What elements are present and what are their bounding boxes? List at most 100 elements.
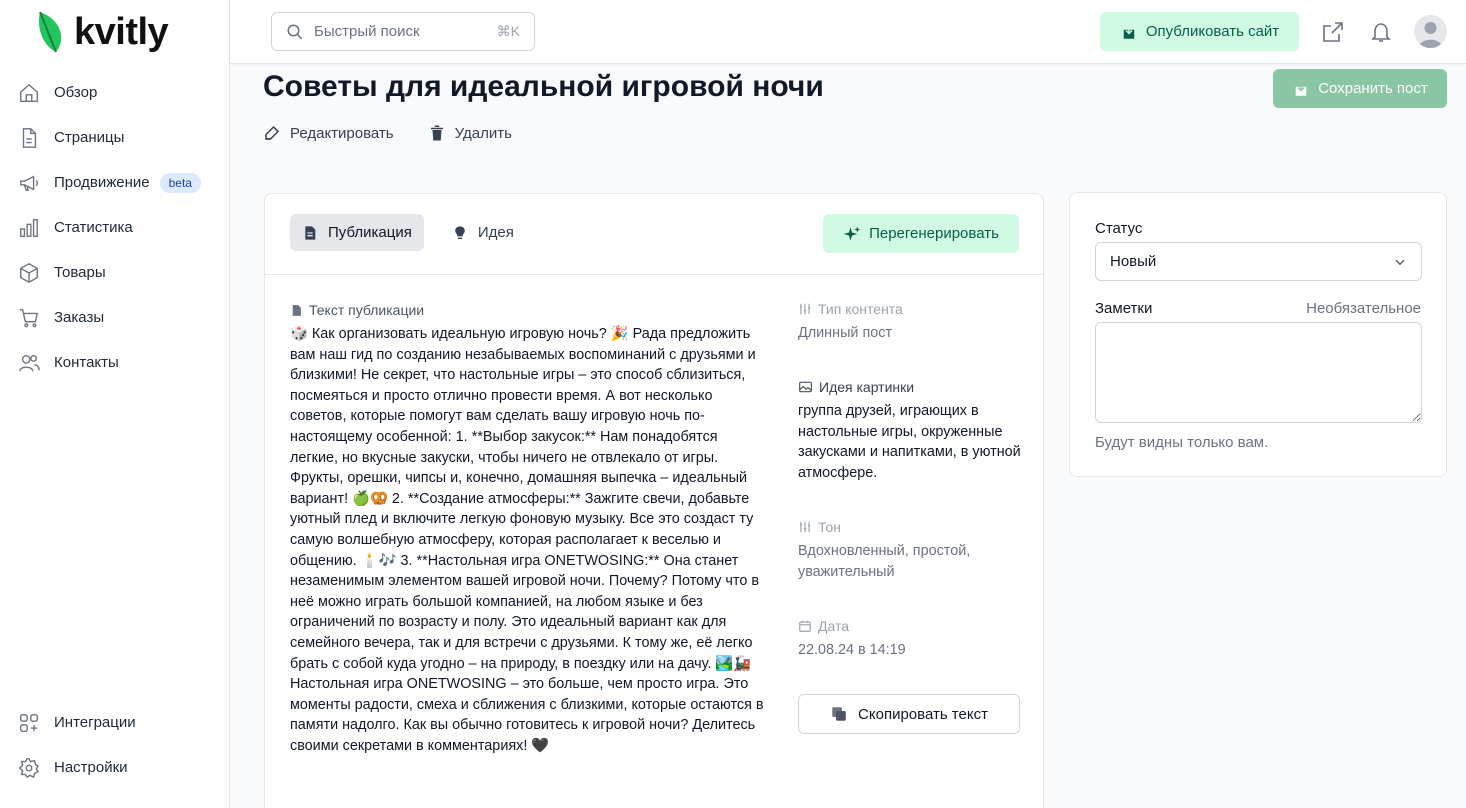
sidebar-item-label: Интеграции [54, 714, 136, 731]
sidebar-item-overview[interactable]: Обзор [0, 70, 230, 115]
cart-icon [19, 308, 39, 327]
tab-idea-label: Идея [477, 224, 514, 241]
sidebar-item-label: Заказы [54, 309, 105, 326]
sidebar-item-label: Контакты [54, 354, 119, 371]
regenerate-label: Перегенерировать [869, 225, 999, 242]
delete-label: Удалить [454, 124, 512, 142]
bar-chart-icon [20, 218, 38, 237]
copy-text-button[interactable]: Скопировать текст [798, 694, 1020, 734]
content-type-label-text: Тип контента [818, 301, 903, 317]
sidebar-item-label: Страницы [54, 129, 125, 146]
sidebar-bottom-nav: Интеграции Настройки [0, 700, 230, 790]
logo[interactable]: kvitly [36, 10, 169, 54]
publication-text: 🎲 Как организовать идеальную игровую ноч… [290, 326, 764, 754]
search-placeholder: Быстрый поиск [314, 23, 420, 40]
notes-field[interactable] [1095, 322, 1422, 423]
notes-optional: Необязательное [1306, 300, 1421, 317]
status-card: Статус Новый Заметки Необязательное Буду… [1069, 192, 1447, 477]
sidebar-item-promotion[interactable]: Продвижение beta [0, 160, 230, 205]
sidebar-item-settings[interactable]: Настройки [0, 745, 230, 790]
document-icon [22, 127, 37, 148]
publish-icon [1123, 24, 1135, 39]
sliders-icon [799, 303, 811, 315]
search-input[interactable]: Быстрый поиск ⌘K [271, 12, 535, 51]
search-icon [287, 24, 303, 39]
post-actions: Редактировать Удалить [263, 124, 512, 142]
date-value: 22.08.24 в 14:19 [798, 642, 906, 658]
tone-label: Тон [798, 519, 1023, 535]
sliders-icon [799, 521, 811, 533]
notes-label: Заметки [1095, 300, 1153, 317]
megaphone-icon [20, 174, 38, 191]
tab-publication[interactable]: Публикация [290, 214, 424, 251]
sidebar-item-label: Обзор [54, 84, 98, 101]
topbar: Быстрый поиск ⌘K Опубликовать сайт [230, 0, 1466, 64]
publish-site-label: Опубликовать сайт [1145, 23, 1280, 40]
status-label: Статус [1095, 220, 1143, 237]
sidebar-item-label: Статистика [54, 219, 133, 236]
gear-icon [18, 757, 40, 778]
tone: Тон Вдохновленный, простой, уважительный [798, 519, 1023, 582]
save-post-label: Сохранить пост [1318, 80, 1428, 97]
content-type-value: Длинный пост [798, 325, 893, 341]
users-icon [19, 354, 40, 371]
status-value: Новый [1110, 253, 1157, 270]
bell-icon[interactable] [1369, 20, 1393, 44]
avatar[interactable] [1414, 15, 1447, 48]
box-icon [20, 262, 38, 283]
image-idea-value: группа друзей, играющих в настольные игр… [798, 403, 1021, 481]
publish-site-button[interactable]: Опубликовать сайт [1100, 12, 1299, 51]
regenerate-button[interactable]: Перегенерировать [823, 214, 1019, 253]
sidebar: kvitly Обзор Страницы Продвижение beta С… [0, 0, 230, 808]
date-label-text: Дата [818, 618, 850, 634]
grid-plus-icon [20, 713, 38, 732]
publication-label-text: Текст публикации [309, 302, 425, 318]
date: Дата 22.08.24 в 14:19 [798, 618, 1023, 661]
date-label: Дата [798, 618, 1023, 634]
sidebar-item-orders[interactable]: Заказы [0, 295, 230, 340]
calendar-icon [799, 620, 811, 632]
search-shortcut: ⌘K [496, 23, 520, 39]
leaf-logo-icon [38, 11, 62, 53]
sidebar-item-contacts[interactable]: Контакты [0, 340, 230, 385]
status-select[interactable]: Новый [1095, 242, 1422, 281]
sidebar-nav: Обзор Страницы Продвижение beta Статисти… [0, 70, 230, 385]
publication-text-label: Текст публикации [290, 302, 424, 318]
external-link-icon[interactable] [1321, 20, 1345, 44]
save-icon [1295, 81, 1307, 96]
sidebar-item-pages[interactable]: Страницы [0, 115, 230, 160]
sidebar-item-integrations[interactable]: Интеграции [0, 700, 230, 745]
post-card: Публикация Идея Перегенерировать Текст п… [264, 193, 1044, 808]
edit-icon [265, 125, 280, 140]
sidebar-item-label: Товары [54, 264, 106, 281]
copy-text-label: Скопировать текст [858, 705, 988, 723]
image-idea-label: Идея картинки [798, 379, 1023, 395]
copy-icon [832, 707, 846, 721]
sparkles-icon [843, 226, 861, 241]
tab-idea[interactable]: Идея [440, 214, 526, 251]
edit-button[interactable]: Редактировать [263, 124, 394, 142]
lightbulb-icon [455, 225, 465, 239]
content-type-label: Тип контента [798, 301, 1023, 317]
edit-label: Редактировать [290, 124, 394, 142]
tab-publication-label: Публикация [328, 224, 412, 241]
tone-label-text: Тон [818, 519, 841, 535]
chevron-down-icon [1395, 259, 1405, 265]
image-icon [799, 381, 812, 393]
sidebar-item-products[interactable]: Товары [0, 250, 230, 295]
save-post-button[interactable]: Сохранить пост [1273, 69, 1447, 108]
beta-badge: beta [159, 172, 201, 193]
post-tabs: Публикация Идея [290, 214, 526, 251]
sidebar-item-label: Продвижение [54, 174, 150, 191]
user-avatar-icon [1418, 22, 1443, 48]
sidebar-item-label: Настройки [54, 759, 128, 776]
notes-hint: Будут видны только вам. [1095, 434, 1269, 451]
delete-button[interactable]: Удалить [428, 124, 512, 142]
divider [265, 274, 1043, 275]
tone-value: Вдохновленный, простой, уважительный [798, 543, 971, 580]
document-filled-icon [305, 225, 316, 240]
image-idea-label-text: Идея картинки [819, 379, 915, 395]
document-small-icon [292, 304, 301, 316]
page-title: Советы для идеальной игровой ночи [263, 70, 824, 103]
sidebar-item-statistics[interactable]: Статистика [0, 205, 230, 250]
